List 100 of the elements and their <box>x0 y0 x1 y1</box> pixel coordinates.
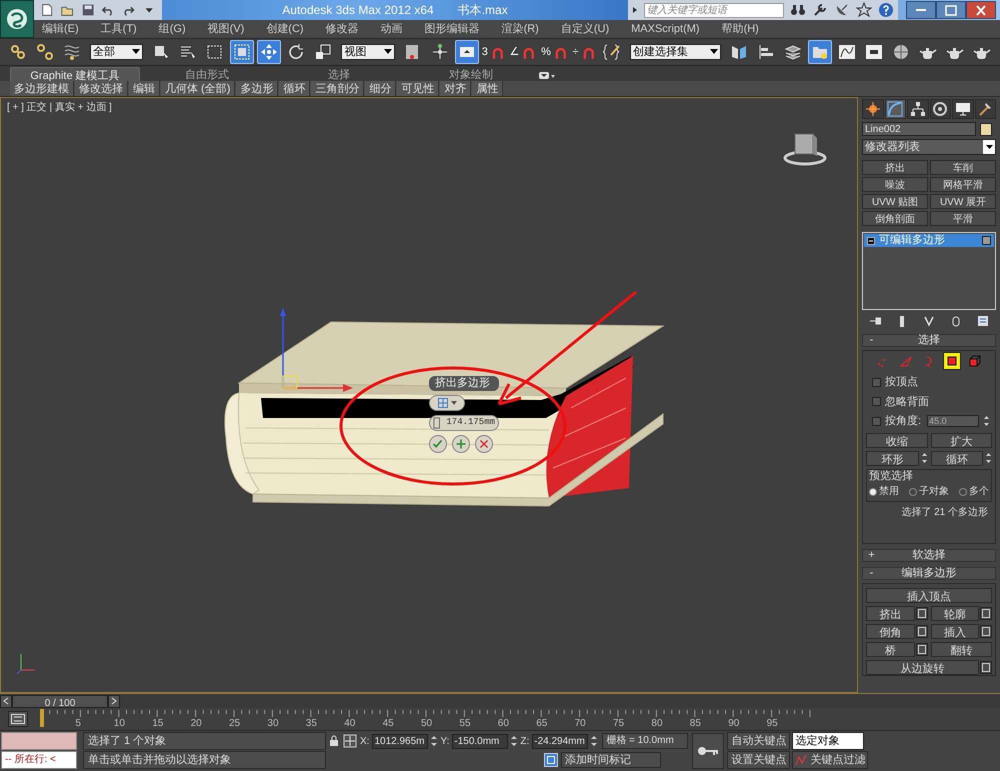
toolbar-button[interactable]: ∠ <box>509 40 538 64</box>
command-panel-tab[interactable] <box>884 99 906 119</box>
checkbox[interactable] <box>872 397 881 406</box>
time-tag-toggle[interactable] <box>544 753 558 767</box>
app-logo-icon[interactable] <box>0 0 34 38</box>
spinner-icon[interactable] <box>983 415 990 428</box>
transform-gizmo-icon[interactable] <box>280 308 353 392</box>
menu-item[interactable]: 帮助(H) <box>722 20 759 38</box>
settings-box-icon[interactable] <box>916 642 928 657</box>
modifier-button[interactable]: 噪波 <box>862 177 928 192</box>
ribbon-panel-button[interactable]: 编辑 <box>129 81 160 96</box>
settings-box-icon[interactable] <box>916 624 928 639</box>
menu-item[interactable]: 图形编辑器 <box>424 20 480 38</box>
search-field[interactable]: 键入关键字或短语 <box>644 2 784 18</box>
menu-item[interactable]: 编辑(E) <box>42 20 79 38</box>
ribbon-tab[interactable]: Graphite 建模工具 <box>10 67 140 81</box>
modifier-list-dropdown[interactable]: 修改器列表 <box>862 139 996 155</box>
modifier-button[interactable]: UVW 展开 <box>930 194 996 209</box>
satellite-dish-icon[interactable] <box>834 2 850 18</box>
previous-frame-button[interactable] <box>0 694 12 708</box>
key-mode-dropdown[interactable]: 选定对象 <box>792 732 864 750</box>
coordinate-field[interactable]: -24.294mm <box>532 734 588 748</box>
time-slider-thumb[interactable]: 0 / 100 <box>12 694 108 708</box>
current-frame-marker[interactable] <box>40 709 44 727</box>
toolbar-button[interactable] <box>230 40 254 64</box>
modifier-button[interactable]: UVW 贴图 <box>862 194 928 209</box>
auto-key-button[interactable]: 自动关键点 <box>727 732 790 750</box>
ribbon-panel-button[interactable]: 对齐 <box>440 81 472 96</box>
toolbar-button[interactable]: % <box>541 40 570 64</box>
maxscript-input-field[interactable] <box>1 732 77 750</box>
new-file-icon[interactable] <box>40 2 54 18</box>
edit-button[interactable]: 桥 <box>866 642 914 657</box>
edit-button[interactable]: 挤出 <box>866 606 914 621</box>
ribbon-panel-button[interactable]: 细分 <box>365 81 396 96</box>
selection-button[interactable]: 循环 <box>930 450 983 466</box>
expand-box-icon[interactable] <box>867 236 875 244</box>
menu-item[interactable]: 组(G) <box>158 20 186 38</box>
dropdown-arrow-icon[interactable] <box>538 71 556 81</box>
dropdown[interactable]: 创建选择集 <box>630 44 721 60</box>
track-view-button[interactable] <box>8 711 28 727</box>
command-panel-tab[interactable] <box>930 99 951 119</box>
modifier-button[interactable]: 网格平滑 <box>930 177 996 192</box>
menu-item[interactable]: 动画 <box>380 20 403 38</box>
binoculars-icon[interactable] <box>790 2 806 18</box>
edit-button[interactable]: 轮廓 <box>930 606 979 621</box>
toolbar-button[interactable] <box>257 40 282 64</box>
toolbar-button[interactable]: 3 <box>482 40 506 64</box>
selection-button[interactable]: 扩大 <box>930 432 992 448</box>
viewport[interactable]: [ + ] 正交 | 真实 + 边面 ] 挤出多边形 174.175mm <box>0 97 858 693</box>
ribbon-panel-button[interactable]: 多边形建模 <box>10 81 74 96</box>
modifier-stack-list[interactable]: 可编辑多边形 <box>862 232 996 310</box>
modifier-button[interactable]: 挤出 <box>862 160 928 175</box>
settings-box-icon[interactable] <box>980 660 992 675</box>
edit-button[interactable]: 插入 <box>930 624 979 639</box>
timeline-ruler[interactable] <box>49 710 810 718</box>
toolbar-button[interactable]: ÷ <box>572 40 598 64</box>
ribbon-panel-button[interactable]: 属性 <box>472 81 504 96</box>
time-tag-field[interactable]: 添加时间标记 <box>561 752 661 768</box>
help-icon[interactable] <box>878 2 894 18</box>
modifier-button[interactable]: 车削 <box>930 160 996 175</box>
edit-button[interactable]: 翻转 <box>930 642 992 657</box>
settings-box-icon[interactable] <box>980 624 992 639</box>
spinner-icon[interactable] <box>511 735 518 747</box>
radio-button[interactable] <box>909 488 917 496</box>
ribbon-panel-button[interactable]: 三角剖分 <box>311 81 364 96</box>
checkbox[interactable] <box>872 416 881 426</box>
ribbon-panel-button[interactable]: 循环 <box>279 81 310 96</box>
ribbon-panel-button[interactable]: 修改选择 <box>75 81 128 96</box>
menu-item[interactable]: 修改器 <box>326 20 359 38</box>
set-key-button[interactable] <box>692 733 724 769</box>
caddy-dropdown[interactable] <box>429 395 465 411</box>
command-panel-tab[interactable] <box>907 99 928 119</box>
menu-item[interactable]: 工具(T) <box>100 20 137 38</box>
ribbon-tab[interactable]: 选择 <box>274 67 404 81</box>
spinner-icon[interactable] <box>431 735 438 747</box>
settings-box-icon[interactable] <box>916 606 928 621</box>
spinner-icon[interactable] <box>985 450 992 464</box>
absolute-mode-icon[interactable] <box>343 734 357 748</box>
configure-icon[interactable] <box>976 315 989 327</box>
settings-box-icon[interactable] <box>980 606 992 621</box>
selection-button[interactable]: 环形 <box>866 450 918 466</box>
radio-button[interactable] <box>869 488 877 496</box>
lock-icon[interactable] <box>328 735 340 747</box>
height-field[interactable]: 174.175mm <box>429 415 499 431</box>
menu-item[interactable]: MAXScript(M) <box>631 20 700 38</box>
modifier-button[interactable]: 平滑 <box>930 211 996 226</box>
fork-icon[interactable] <box>922 315 935 327</box>
angle-field[interactable]: 45.0 <box>927 415 980 428</box>
edit-button[interactable]: 倒角 <box>866 624 914 639</box>
spinner-icon[interactable] <box>920 450 928 464</box>
set-key-mode-button[interactable]: 设置关键点 <box>727 751 790 769</box>
object-name-field[interactable]: Line002 <box>862 122 976 136</box>
command-panel-tab[interactable] <box>974 99 996 119</box>
menu-item[interactable]: 自定义(U) <box>560 20 610 38</box>
menu-item[interactable]: 渲染(R) <box>502 20 539 38</box>
maximize-button[interactable] <box>936 1 966 19</box>
star-icon[interactable] <box>856 2 872 18</box>
rollout-header[interactable]: + 软选择 <box>862 549 996 562</box>
minimize-button[interactable] <box>906 1 936 19</box>
ribbon-panel-button[interactable]: 几何体 (全部) <box>161 81 236 96</box>
